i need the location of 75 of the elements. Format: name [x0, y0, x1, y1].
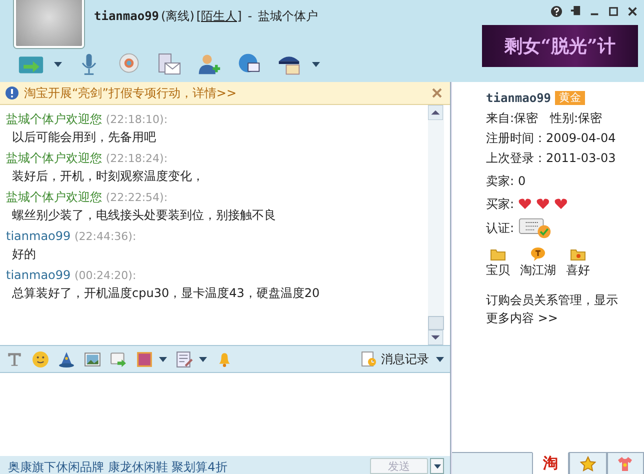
- certification-label: 认证:: [486, 220, 514, 237]
- caret-icon[interactable]: [312, 62, 320, 66]
- message-text: 以后可能会用到，先备用吧: [11, 129, 157, 146]
- message-time: (22:18:10):: [106, 113, 168, 126]
- contact-status: (离线): [161, 8, 194, 25]
- ad-banner[interactable]: 剩女“脱光”计: [482, 25, 638, 67]
- message-text: 总算装好了，开机温度cpu30，显卡温度43，硬盘温度20: [11, 285, 321, 302]
- clock-document-icon: [361, 351, 377, 367]
- side-tab[interactable]: [569, 452, 607, 474]
- promo-link[interactable]: 奥康旗下休闲品牌 康龙休闲鞋 聚划算4折: [8, 460, 368, 474]
- message-text: 螺丝别少装了，电线接头处要装到位，别接触不良: [11, 207, 277, 224]
- seller-label: 卖家:: [486, 173, 514, 190]
- caret-icon: [434, 464, 440, 468]
- message-time: (22:44:36):: [74, 230, 136, 243]
- picture-icon[interactable]: [84, 350, 101, 368]
- relation-link[interactable]: [陌生人]: [196, 8, 242, 25]
- profile-link[interactable]: 喜好: [566, 247, 590, 279]
- sender-name: 盐城个体户欢迎您: [6, 151, 102, 165]
- scroll-up-button[interactable]: [428, 105, 443, 120]
- shop-name: 盐城个体户: [258, 8, 318, 25]
- scrollbar-thumb[interactable]: [428, 316, 444, 330]
- title-separator: -: [248, 9, 252, 23]
- smiley-icon[interactable]: [32, 350, 49, 368]
- caret-icon[interactable]: [159, 356, 167, 362]
- send-options-button[interactable]: [430, 458, 444, 474]
- manage-link[interactable]: 订购会员关系管理，显示更多内容 >>: [486, 291, 618, 327]
- membership-badge: 黄金: [555, 91, 586, 105]
- help-icon[interactable]: [551, 6, 562, 17]
- contact-name: tianmao99: [94, 9, 160, 23]
- profile-link[interactable]: 宝贝: [486, 247, 510, 279]
- heart-icon: [554, 198, 568, 210]
- font-icon[interactable]: [6, 350, 23, 368]
- screenshot-icon[interactable]: [136, 350, 153, 368]
- folder-icon: [490, 247, 506, 261]
- sender-name: 盐城个体户欢迎您: [6, 112, 102, 126]
- form-edit-icon[interactable]: [176, 350, 193, 368]
- sender-name: tianmao99: [6, 229, 71, 243]
- scroll-down-button[interactable]: [428, 330, 443, 345]
- profile-link[interactable]: 淘江湖: [520, 247, 556, 279]
- envelope-icon[interactable]: [156, 52, 182, 76]
- pin-icon[interactable]: [570, 6, 581, 17]
- message-time: (00:24:20):: [74, 269, 136, 282]
- scrollbar[interactable]: [428, 105, 444, 345]
- message-text: 好的: [11, 246, 37, 263]
- star-icon: [580, 456, 596, 472]
- message-time: (22:22:54):: [106, 191, 168, 204]
- registration-date: 注册时间：2009-04-04: [486, 130, 616, 147]
- info-icon: [5, 86, 19, 100]
- sender-name: tianmao99: [6, 268, 71, 282]
- shirt-icon: [617, 456, 634, 472]
- id-card-check-icon: [518, 217, 552, 239]
- gender-text: 性别:保密: [550, 110, 602, 127]
- wizard-hat-icon[interactable]: [58, 350, 75, 368]
- close-icon[interactable]: [627, 6, 638, 17]
- forward-message-icon[interactable]: [110, 350, 127, 368]
- caret-icon: [436, 356, 444, 362]
- last-login-date: 上次登录：2011-03-03: [486, 150, 616, 167]
- sender-name: 盐城个体户欢迎您: [6, 190, 102, 204]
- message-time: (22:18:24):: [106, 152, 168, 165]
- heart-icon: [536, 198, 550, 210]
- message-text: 装好后，开机，时刻观察温度变化，: [11, 168, 205, 185]
- side-tab[interactable]: 淘: [532, 452, 570, 474]
- buyer-label: 买家:: [486, 196, 514, 213]
- seller-rating: 0: [518, 173, 526, 190]
- speech-bubble-icon: [530, 247, 546, 261]
- add-contact-icon[interactable]: [196, 52, 222, 76]
- location-text: 来自:保密: [486, 110, 538, 127]
- avatar-placeholder: [14, 0, 84, 48]
- caret-icon[interactable]: [199, 356, 207, 362]
- maximize-icon[interactable]: [608, 6, 619, 17]
- star-folder-icon: [570, 247, 586, 261]
- heart-icon: [518, 198, 532, 210]
- profile-name: tianmao99: [486, 90, 552, 107]
- message-history-button[interactable]: 消息记录: [361, 350, 444, 368]
- caret-icon[interactable]: [54, 62, 62, 66]
